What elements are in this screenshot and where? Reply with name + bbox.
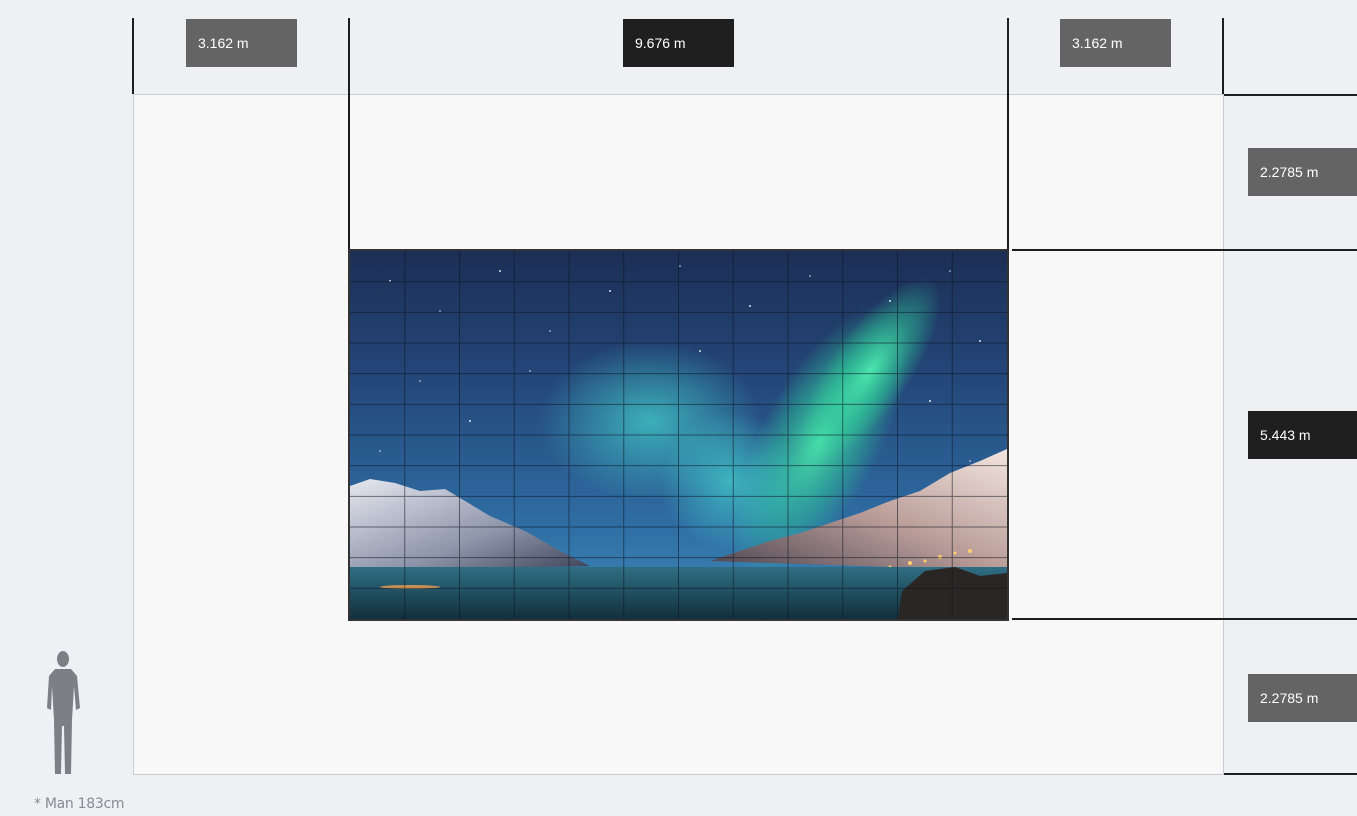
video-wall-screen <box>348 249 1009 621</box>
scale-reference-caption: * Man 183cm <box>34 796 125 812</box>
left-margin-label: 3.162 m <box>186 19 297 67</box>
dimension-line-right-edge <box>1222 18 1224 94</box>
screen-width-label: 9.676 m <box>623 19 734 67</box>
right-margin-label: 3.162 m <box>1060 19 1171 67</box>
screen-height-label: 5.443 m <box>1248 411 1357 459</box>
dimension-line-screen-right <box>1007 18 1009 250</box>
dimension-line-screen-bottom <box>1012 618 1357 620</box>
dimension-line-left-edge <box>132 18 134 94</box>
dimension-line-top-edge <box>1224 94 1357 96</box>
dimension-line-screen-top <box>1012 249 1357 251</box>
top-margin-label: 2.2785 m <box>1248 148 1357 196</box>
bottom-margin-label: 2.2785 m <box>1248 674 1357 722</box>
aurora-borealis-fjord-photo <box>350 251 1007 619</box>
dimension-line-bottom-edge <box>1224 773 1357 775</box>
standing-man-icon <box>47 651 80 774</box>
dimension-line-screen-left <box>348 18 350 250</box>
